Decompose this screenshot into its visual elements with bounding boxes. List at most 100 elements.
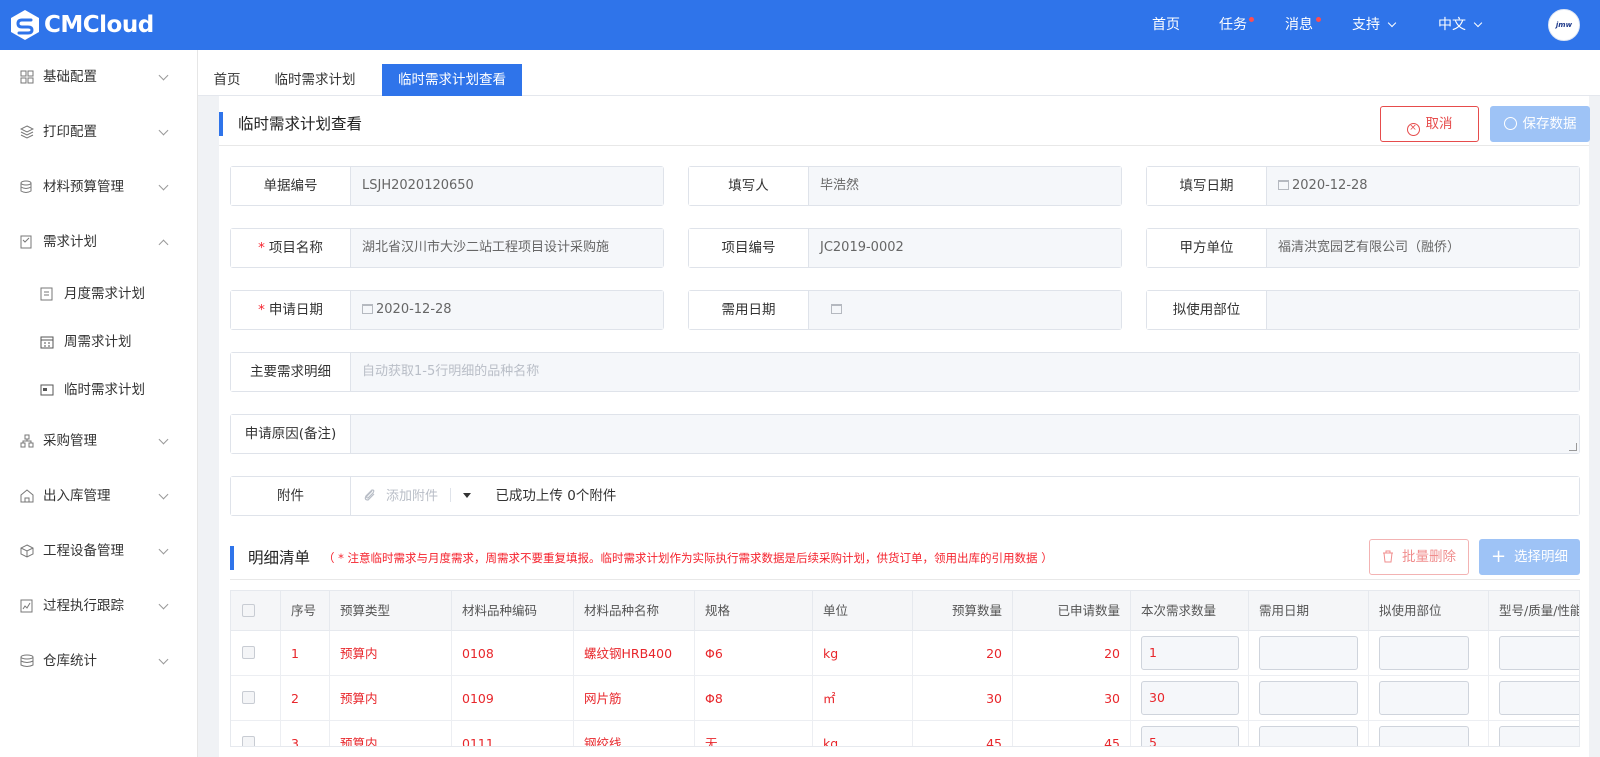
- nav-language-label: 中文: [1438, 17, 1466, 33]
- sidebar-item-material-budget[interactable]: 材料预算管理: [0, 165, 198, 209]
- qty-input[interactable]: 5: [1141, 726, 1239, 746]
- reason-textarea[interactable]: [351, 415, 1579, 453]
- project-name-value[interactable]: 湖北省汉川市大沙二站工程项目设计采购施: [351, 229, 663, 267]
- nav-support[interactable]: 支持: [1352, 0, 1397, 50]
- table-cell: [1249, 631, 1369, 676]
- use-part-input[interactable]: [1379, 636, 1469, 670]
- tab-temp-plan-view[interactable]: 临时需求计划查看: [382, 64, 522, 96]
- project-no-value[interactable]: JC2019-0002: [809, 229, 1121, 267]
- sidebar-item-print-config[interactable]: 打印配置: [0, 110, 198, 154]
- batch-delete-button[interactable]: 批量删除: [1369, 539, 1469, 575]
- party-a-value[interactable]: 福清洪宽园艺有限公司（融侨）: [1267, 229, 1579, 267]
- use-part-input[interactable]: [1379, 681, 1469, 715]
- sidebar-subitem-label: 月度需求计划: [64, 286, 145, 302]
- check-circle-icon: [1503, 117, 1517, 130]
- use-part-value[interactable]: [1267, 291, 1579, 329]
- sidebar-subitem-label: 周需求计划: [64, 334, 132, 350]
- use-part-input[interactable]: [1379, 726, 1469, 746]
- field-label: 单据编号: [231, 167, 351, 205]
- stats-icon: [20, 654, 34, 667]
- model-input[interactable]: [1499, 681, 1579, 715]
- doc-no-value[interactable]: LSJH2020120650: [351, 167, 663, 205]
- section-accent-bar: [230, 546, 234, 570]
- user-avatar[interactable]: jmw: [1548, 9, 1580, 41]
- nav-tasks[interactable]: 任务: [1219, 0, 1247, 50]
- table-cell: 0108: [452, 631, 574, 676]
- nav-messages[interactable]: 消息: [1285, 0, 1313, 50]
- need-date-input[interactable]: [1259, 636, 1358, 670]
- table-cell: 0109: [452, 676, 574, 721]
- apply-date-input[interactable]: 2020-12-28: [351, 291, 663, 329]
- table-cell: Φ8: [695, 676, 813, 721]
- select-detail-button[interactable]: + 选择明细: [1479, 539, 1580, 575]
- need-date-input[interactable]: [1259, 681, 1358, 715]
- table-header: 本次需求数量: [1131, 591, 1249, 631]
- model-input[interactable]: [1499, 636, 1579, 670]
- sidebar-item-demand-plan[interactable]: 需求计划: [0, 220, 198, 264]
- cancel-button[interactable]: × 取消: [1380, 106, 1479, 142]
- tab-temp-plan[interactable]: 临时需求计划: [270, 64, 360, 96]
- model-input[interactable]: [1499, 726, 1579, 746]
- chevron-up-icon: [158, 239, 169, 250]
- table-cell: 45: [1013, 721, 1131, 746]
- resize-handle-icon[interactable]: [1569, 443, 1577, 451]
- table-cell: kg: [813, 631, 913, 676]
- sidebar-item-tracking[interactable]: 过程执行跟踪: [0, 584, 198, 628]
- chevron-down-icon: [158, 70, 169, 81]
- table-cell: [1369, 631, 1489, 676]
- select-all-checkbox[interactable]: [242, 604, 255, 617]
- org-icon: [20, 434, 34, 448]
- cmcloud-logo-icon: [11, 10, 39, 40]
- warehouse-icon: [20, 489, 34, 503]
- table-cell: [1489, 721, 1579, 746]
- table-cell: 1: [281, 631, 330, 676]
- sidebar-subitem-weekly-plan[interactable]: 周需求计划: [0, 320, 198, 364]
- need-date-input[interactable]: [809, 291, 1121, 329]
- need-date-input[interactable]: [1259, 726, 1358, 746]
- tasks-badge-dot: [1249, 17, 1254, 22]
- save-label: 保存数据: [1522, 116, 1577, 132]
- chevron-down-icon: [1473, 18, 1483, 28]
- sidebar-item-warehouse-stats[interactable]: 仓库统计: [0, 639, 198, 683]
- sidebar-item-label: 工程设备管理: [43, 543, 124, 559]
- row-checkbox[interactable]: [242, 646, 255, 659]
- upload-status: 已成功上传 0个附件: [495, 488, 617, 504]
- sidebar-item-inout[interactable]: 出入库管理: [0, 474, 198, 518]
- sidebar-item-label: 采购管理: [43, 433, 97, 449]
- qty-input[interactable]: 1: [1141, 636, 1239, 670]
- database-icon: [20, 180, 32, 193]
- trash-icon: [1383, 550, 1393, 563]
- row-checkbox[interactable]: [242, 691, 255, 704]
- table-header: 材料品种编码: [452, 591, 574, 631]
- row-checkbox[interactable]: [242, 736, 255, 746]
- caret-down-icon[interactable]: [463, 493, 472, 498]
- save-button[interactable]: 保存数据: [1490, 106, 1590, 142]
- sidebar-item-basic-config[interactable]: 基础配置: [0, 55, 198, 99]
- sidebar-item-equipment[interactable]: 工程设备管理: [0, 529, 198, 573]
- batch-delete-label: 批量删除: [1402, 549, 1456, 565]
- writer-value[interactable]: 毕浩然: [809, 167, 1121, 205]
- top-bar: CMCloud 首页 任务 消息 支持 中文 jmw: [0, 0, 1600, 50]
- field-label: 申请原因(备注): [231, 415, 351, 453]
- sidebar-subitem-monthly-plan[interactable]: 月度需求计划: [0, 272, 198, 316]
- calendar-icon: [831, 304, 842, 314]
- field-party-a: 甲方单位 福清洪宽园艺有限公司（融侨）: [1146, 228, 1580, 268]
- brand-logo[interactable]: CMCloud: [10, 9, 154, 41]
- sidebar-item-purchase[interactable]: 采购管理: [0, 419, 198, 463]
- field-project-name: * 项目名称 湖北省汉川市大沙二站工程项目设计采购施: [230, 228, 664, 268]
- sidebar-subitem-temp-plan[interactable]: 临时需求计划: [0, 368, 198, 412]
- table-cell: 预算内: [330, 676, 452, 721]
- write-date-input[interactable]: 2020-12-28: [1267, 167, 1579, 205]
- nav-home[interactable]: 首页: [1152, 0, 1180, 50]
- table-cell: 20: [913, 631, 1013, 676]
- table-cell: 钢绞线: [574, 721, 695, 746]
- add-attachment-button[interactable]: 添加附件: [363, 489, 442, 504]
- qty-input[interactable]: 30: [1141, 681, 1239, 715]
- field-project-no: 项目编号 JC2019-0002: [688, 228, 1122, 268]
- nav-language[interactable]: 中文: [1438, 0, 1483, 50]
- main-detail-input[interactable]: 自动获取1-5行明细的品种名称: [351, 353, 1579, 391]
- chevron-down-icon: [158, 125, 169, 136]
- field-apply-date: * 申请日期 2020-12-28: [230, 290, 664, 330]
- tab-home[interactable]: 首页: [211, 64, 243, 96]
- attachment-area: 添加附件 已成功上传 0个附件: [351, 477, 1579, 515]
